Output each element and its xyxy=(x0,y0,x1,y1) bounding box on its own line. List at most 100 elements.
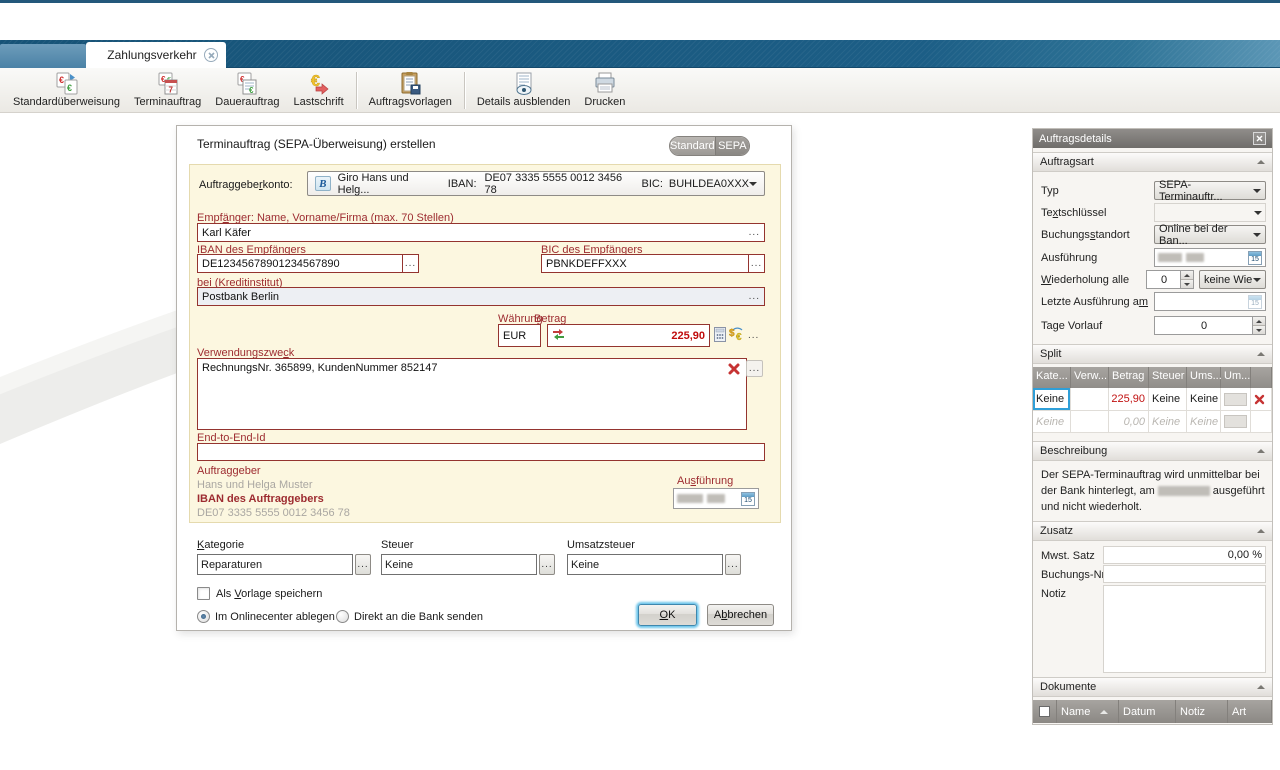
split-cell-kategorie[interactable]: Keine xyxy=(1033,388,1071,411)
typ-dropdown[interactable]: SEPA-Terminauftr... xyxy=(1154,181,1266,200)
bic-browse-button[interactable]: ... xyxy=(748,255,764,272)
tax-label: Steuer xyxy=(381,539,413,551)
section-zusatz[interactable]: Zusatz xyxy=(1033,521,1272,541)
tage-vorlauf-spinner[interactable]: 0 xyxy=(1154,316,1266,335)
drucken-button[interactable]: Drucken xyxy=(577,70,632,111)
split-cell-um[interactable] xyxy=(1221,411,1251,433)
standardueberweisung-button[interactable]: € € Standardüberweisung xyxy=(6,70,127,111)
terminauftrag-button[interactable]: € € 7 Terminauftrag xyxy=(127,70,208,111)
bic-input[interactable]: PBNKDEFFXXX ... xyxy=(541,254,765,273)
mwst-input[interactable]: 0,00 % xyxy=(1103,546,1266,564)
col-kategorie[interactable]: Kate... xyxy=(1033,367,1071,388)
col-umsatzsteuer[interactable]: Ums... xyxy=(1187,367,1221,388)
doc-select-all[interactable] xyxy=(1033,700,1057,723)
split-cell-um[interactable] xyxy=(1221,388,1251,411)
wiederholung-unit-dropdown[interactable]: keine Wie xyxy=(1199,270,1266,289)
split-cell-umsatzsteuer[interactable]: Keine xyxy=(1187,411,1221,433)
section-dokumente[interactable]: Dokumente xyxy=(1033,677,1272,697)
standard-sepa-toggle: Standard SEPA xyxy=(669,136,750,156)
category-input[interactable]: Reparaturen xyxy=(197,554,353,575)
iban-input[interactable]: DE12345678901234567890 ... xyxy=(197,254,419,273)
vat-input[interactable]: Keine xyxy=(567,554,723,575)
svg-text:7: 7 xyxy=(168,86,173,95)
buchungsnr-input[interactable] xyxy=(1103,565,1266,583)
tax-browse-button[interactable]: ... xyxy=(539,554,555,575)
spinner-arrows[interactable] xyxy=(1180,271,1193,288)
col-steuer[interactable]: Steuer xyxy=(1149,367,1187,388)
execution-date-input[interactable]: 15 xyxy=(673,488,759,509)
textschluessel-dropdown[interactable] xyxy=(1154,203,1266,222)
col-actions xyxy=(1251,367,1272,388)
doc-col-name[interactable]: Name xyxy=(1057,700,1119,723)
recipient-browse-button[interactable]: ... xyxy=(749,227,760,238)
letzte-ausfuehrung-input[interactable]: 15 xyxy=(1154,292,1266,311)
doc-col-notiz[interactable]: Notiz xyxy=(1176,700,1228,723)
tab-close-icon[interactable] xyxy=(204,48,218,62)
tax-input[interactable]: Keine xyxy=(381,554,537,575)
split-cell-betrag[interactable]: 225,90 xyxy=(1109,388,1149,411)
toggle-standard[interactable]: Standard xyxy=(670,137,716,155)
amount-browse-button[interactable]: ... xyxy=(748,330,759,341)
spinner-arrows[interactable] xyxy=(1252,317,1265,334)
calendar-icon[interactable]: 15 xyxy=(1248,251,1262,265)
vat-browse-button[interactable]: ... xyxy=(725,554,741,575)
purpose-browse-button[interactable]: ... xyxy=(746,360,763,377)
iban-browse-button[interactable]: ... xyxy=(402,255,418,272)
auftragsdetails-panel: Auftragsdetails Auftragsart Typ SEPA-Ter… xyxy=(1032,128,1273,725)
buchungsstandort-dropdown[interactable]: Online bei der Ban... xyxy=(1154,225,1266,244)
wiederholung-spinner[interactable]: 0 xyxy=(1146,270,1194,289)
col-um[interactable]: Um... xyxy=(1221,367,1251,388)
radio-direct-label: Direkt an die Bank senden xyxy=(354,611,483,623)
category-browse-button[interactable]: ... xyxy=(355,554,371,575)
notiz-textarea[interactable] xyxy=(1103,585,1266,673)
account-dropdown[interactable]: B Giro Hans und Helg... IBAN: DE07 3335 … xyxy=(307,171,765,196)
save-template-checkbox[interactable] xyxy=(197,587,210,600)
recipient-input[interactable]: Karl Käfer ... xyxy=(197,223,765,242)
ok-button[interactable]: OK xyxy=(638,604,697,626)
col-verwendung[interactable]: Verw... xyxy=(1071,367,1109,388)
split-cell-kategorie[interactable]: Keine xyxy=(1033,411,1071,433)
ausfuehrung-date-input[interactable]: 15 xyxy=(1154,248,1266,267)
amount-input[interactable]: 225,90 xyxy=(547,324,710,347)
e2e-input[interactable] xyxy=(197,443,765,461)
bank-input[interactable]: Postbank Berlin ... xyxy=(197,287,765,306)
toggle-sepa[interactable]: SEPA xyxy=(716,137,749,155)
split-cell-steuer[interactable]: Keine xyxy=(1149,388,1187,411)
section-auftragsart[interactable]: Auftragsart xyxy=(1033,152,1272,172)
doc-col-datum[interactable]: Datum xyxy=(1119,700,1176,723)
col-betrag[interactable]: Betrag xyxy=(1109,367,1149,388)
split-cell-verwendung[interactable] xyxy=(1071,388,1109,411)
clear-purpose-icon[interactable] xyxy=(727,362,741,379)
bank-browse-button[interactable]: ... xyxy=(749,291,760,302)
lastschrift-button[interactable]: € Lastschrift xyxy=(287,70,351,111)
calculator-icon[interactable] xyxy=(714,327,726,345)
buchungsstandort-label: Buchungsstandort xyxy=(1041,229,1130,241)
section-beschreibung[interactable]: Beschreibung xyxy=(1033,441,1272,461)
currency-input[interactable]: EUR xyxy=(498,324,541,347)
tab-home[interactable] xyxy=(0,44,86,68)
auftragsvorlagen-button[interactable]: Auftragsvorlagen xyxy=(362,70,459,111)
split-cell-umsatzsteuer[interactable]: Keine xyxy=(1187,388,1221,411)
cancel-button[interactable]: Abbrechen xyxy=(707,604,774,626)
calendar-icon[interactable]: 15 xyxy=(741,492,755,506)
exchange-icon[interactable] xyxy=(552,328,565,343)
panel-close-icon[interactable] xyxy=(1253,132,1266,145)
collapse-icon xyxy=(1257,685,1265,689)
split-cell-steuer[interactable]: Keine xyxy=(1149,411,1187,433)
doc-col-art[interactable]: Art xyxy=(1228,700,1272,723)
split-cell-verwendung[interactable] xyxy=(1071,411,1109,433)
tab-zahlungsverkehr[interactable]: Zahlungsverkehr xyxy=(86,42,226,68)
radio-onlinecenter[interactable] xyxy=(197,610,210,623)
dialog-title: Terminauftrag (SEPA-Überweisung) erstell… xyxy=(197,137,436,151)
top-accent-line xyxy=(0,0,1280,3)
split-row-delete[interactable] xyxy=(1251,388,1272,411)
textschluessel-label: Textschlüssel xyxy=(1041,207,1106,219)
purpose-textarea[interactable]: RechnungsNr. 365899, KundenNummer 852147 xyxy=(197,358,747,430)
section-split[interactable]: Split xyxy=(1033,344,1272,364)
standard-transfer-icon: € € xyxy=(54,71,80,96)
currency-coins-icon[interactable]: $ € xyxy=(729,326,745,344)
details-ausblenden-button[interactable]: Details ausblenden xyxy=(470,70,578,111)
split-cell-betrag[interactable]: 0,00 xyxy=(1109,411,1149,433)
dauerauftrag-button[interactable]: € € Dauerauftrag xyxy=(208,70,286,111)
radio-direct[interactable] xyxy=(336,610,349,623)
